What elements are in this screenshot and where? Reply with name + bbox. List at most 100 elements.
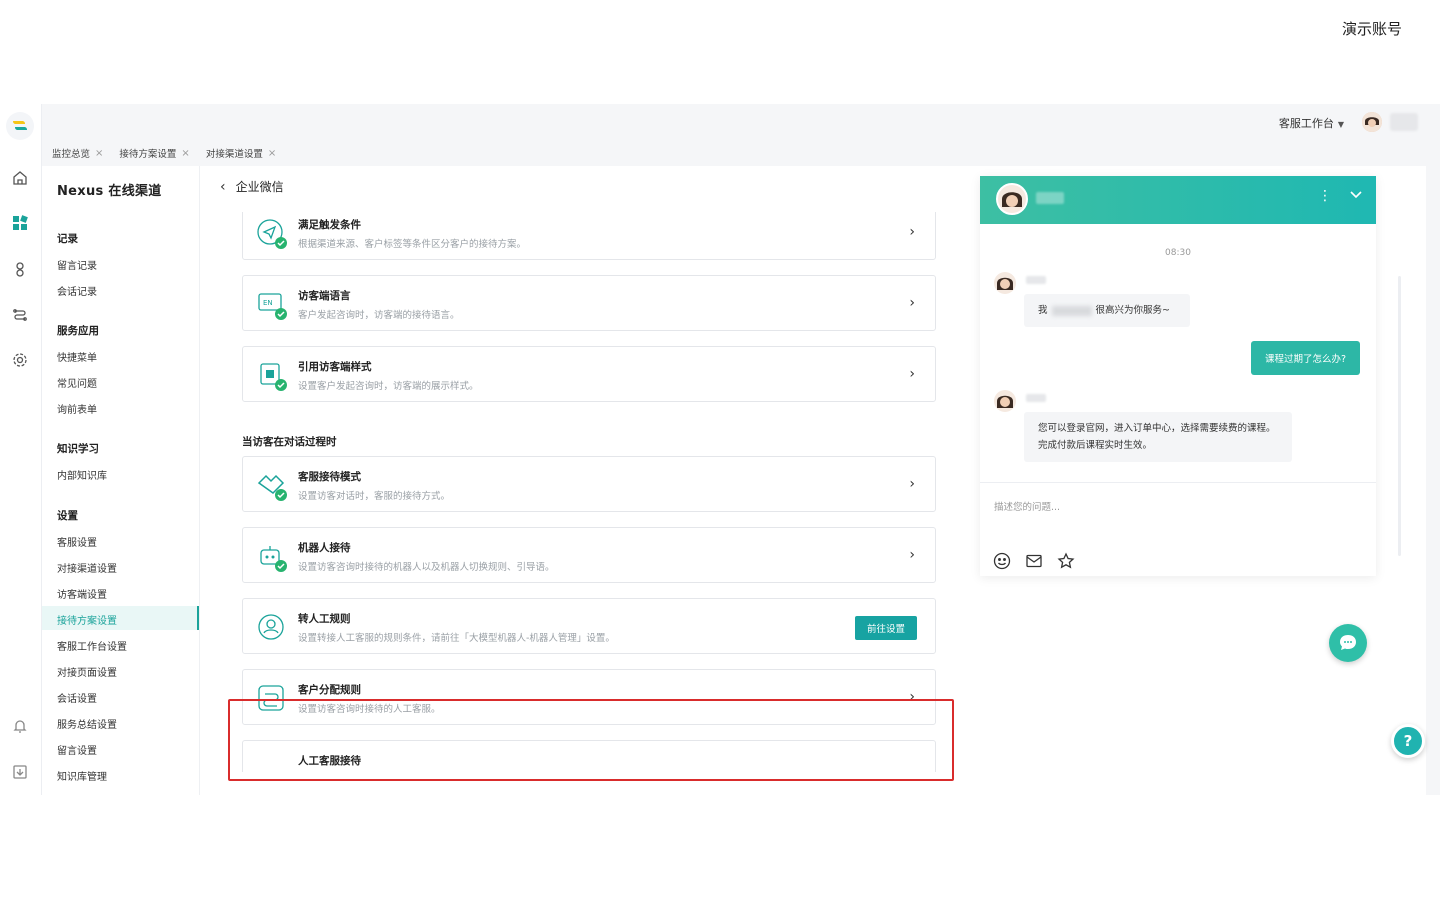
bell-icon[interactable] xyxy=(10,716,30,736)
tab-label: 监控总览 xyxy=(52,149,91,160)
close-icon[interactable]: × xyxy=(268,148,276,159)
nav-group-settings: 设置 xyxy=(57,510,78,522)
main-content: ‹ 企业微信 满足触发条件 根据渠道来源、客户标签等条件区分客户的接待方案。 ›… xyxy=(200,166,1426,795)
nav-item-messages[interactable]: 留言记录 xyxy=(57,257,97,272)
chat-header: ⋮ xyxy=(980,176,1376,224)
card-title: 机器人接待 xyxy=(298,542,351,554)
nav-item-visitor-settings[interactable]: 访客端设置 xyxy=(57,586,107,601)
icon-rail xyxy=(0,104,42,795)
svg-text:EN: EN xyxy=(263,299,273,307)
agent-name-redacted xyxy=(1036,192,1064,204)
user-money-icon[interactable] xyxy=(10,259,30,279)
section-title: 当访客在对话过程时 xyxy=(242,436,337,448)
close-icon[interactable]: × xyxy=(181,148,189,159)
card-agent-mode[interactable]: 客服接待模式 设置访客对话时，客服的接待方式。 › xyxy=(242,456,936,512)
nav-title: Nexus 在线渠道 xyxy=(57,184,162,199)
card-title: 客户分配规则 xyxy=(298,684,361,696)
chat-preview: ⋮ 08:30 我 很高兴为你服务~ 课程过期了怎么办? 您可以登录官网，进入订单… xyxy=(980,176,1376,576)
nav-active-indicator xyxy=(197,606,199,630)
settings-list: 满足触发条件 根据渠道来源、客户标签等条件区分客户的接待方案。 › EN 访客端… xyxy=(242,212,936,772)
nav-group-knowledge: 知识学习 xyxy=(57,443,99,455)
tab-channel-settings[interactable]: 对接渠道设置 × xyxy=(205,146,276,161)
dashboard-icon[interactable] xyxy=(10,213,30,233)
question-icon: ? xyxy=(1403,732,1413,750)
highlight-box xyxy=(228,699,954,781)
floating-chat-button[interactable] xyxy=(1329,624,1367,662)
chat-scrollbar[interactable] xyxy=(1398,276,1401,556)
close-icon[interactable]: × xyxy=(95,148,103,159)
redacted-text xyxy=(1051,305,1092,316)
download-icon[interactable] xyxy=(10,762,30,782)
chevron-left-icon[interactable]: ‹ xyxy=(220,179,226,195)
chat-input-placeholder: 描述您的问题... xyxy=(994,502,1061,513)
nav-item-internal-kb[interactable]: 内部知识库 xyxy=(57,467,107,482)
robot-check-icon xyxy=(257,542,287,572)
app-logo xyxy=(6,112,34,140)
chevron-right-icon[interactable]: › xyxy=(909,366,915,382)
nav-item-faq[interactable]: 常见问题 xyxy=(57,375,97,390)
emoji-icon[interactable] xyxy=(992,551,1012,571)
app-window: 客服工作台 ▼ 监控总览 × 接待方案设置 × 对接渠道设置 × Nexus 在线渠道 … xyxy=(0,104,1440,795)
top-bar: 客服工作台 ▼ xyxy=(42,104,1440,140)
star-icon[interactable] xyxy=(1056,551,1076,571)
handshake-check-icon xyxy=(257,471,287,501)
card-desc: 设置访客咨询时接待的机器人以及机器人切换规则、引导语。 xyxy=(298,562,555,573)
mail-icon[interactable] xyxy=(1024,551,1044,571)
tab-label: 对接渠道设置 xyxy=(205,149,263,160)
help-button[interactable]: ? xyxy=(1391,724,1425,758)
user-message-bubble: 课程过期了怎么办? xyxy=(1250,341,1360,375)
card-visitor-language[interactable]: EN 访客端语言 客户发起咨询时，访客端的接待语言。 › xyxy=(242,275,936,331)
card-robot-reception[interactable]: 机器人接待 设置访客咨询时接待的机器人以及机器人切换规则、引导语。 › xyxy=(242,527,936,583)
goto-settings-button[interactable]: 前往设置 xyxy=(854,616,917,640)
route-icon[interactable] xyxy=(10,305,30,325)
settings-icon[interactable] xyxy=(10,350,30,370)
nav-item-session-settings[interactable]: 会话设置 xyxy=(57,690,97,705)
more-vertical-icon[interactable]: ⋮ xyxy=(1318,188,1332,204)
nav-item-channel-settings[interactable]: 对接渠道设置 xyxy=(57,560,117,575)
card-title: 访客端语言 xyxy=(298,290,351,302)
tab-monitor[interactable]: 监控总览 × xyxy=(52,146,103,161)
caret-down-icon: ▼ xyxy=(1337,120,1344,129)
workbench-dropdown[interactable]: 客服工作台 ▼ xyxy=(1279,115,1344,131)
agent-avatar-small xyxy=(994,272,1016,294)
nav-group-records: 记录 xyxy=(57,233,78,245)
nav-item-message-settings[interactable]: 留言设置 xyxy=(57,742,97,757)
tab-label: 接待方案设置 xyxy=(119,149,177,160)
nav-item-agent-settings[interactable]: 客服设置 xyxy=(57,534,97,549)
card-desc: 设置客户发起咨询时，访客端的展示样式。 xyxy=(298,381,479,392)
nav-item-summary-settings[interactable]: 服务总结设置 xyxy=(57,716,117,731)
greeting-prefix: 我 xyxy=(1038,305,1048,316)
nav-item-workbench-settings[interactable]: 客服工作台设置 xyxy=(57,638,127,653)
chevron-down-icon[interactable] xyxy=(1350,188,1362,202)
nav-item-quick-menu[interactable]: 快捷菜单 xyxy=(57,349,97,364)
card-desc: 设置访客对话时，客服的接待方式。 xyxy=(298,491,451,502)
card-title: 引用访客端样式 xyxy=(298,361,372,373)
workbench-label: 客服工作台 xyxy=(1278,117,1334,130)
message-time: 08:30 xyxy=(1165,248,1191,258)
page-title: 企业微信 xyxy=(235,180,284,194)
card-visitor-style[interactable]: 引用访客端样式 设置客户发起咨询时，访客端的展示样式。 › xyxy=(242,346,936,402)
user-avatar[interactable] xyxy=(1362,112,1382,132)
language-check-icon: EN xyxy=(257,290,287,320)
secondary-nav: Nexus 在线渠道 记录 留言记录 会话记录 服务应用 快捷菜单 常见问题 询… xyxy=(42,166,200,795)
card-desc: 客户发起咨询时，访客端的接待语言。 xyxy=(298,310,460,321)
chat-input-area[interactable]: 描述您的问题... xyxy=(980,482,1376,576)
agent-name-redacted xyxy=(1026,276,1046,284)
chevron-right-icon[interactable]: › xyxy=(909,295,915,311)
tab-reception-plan[interactable]: 接待方案设置 × xyxy=(119,146,189,161)
nav-item-kb-manage[interactable]: 知识库管理 xyxy=(57,768,107,783)
chevron-right-icon[interactable]: › xyxy=(909,476,915,492)
back-header[interactable]: ‹ 企业微信 xyxy=(220,178,284,195)
username-redacted xyxy=(1390,113,1418,131)
chevron-right-icon[interactable]: › xyxy=(909,547,915,563)
chevron-right-icon[interactable]: › xyxy=(909,224,915,240)
nav-item-reception-plan[interactable]: 接待方案设置 xyxy=(57,612,117,627)
card-transfer-human: 转人工规则 设置转接人工客服的规则条件，请前往「大模型机器人-机器人管理」设置。… xyxy=(242,598,936,654)
nav-item-pre-form[interactable]: 询前表单 xyxy=(57,401,97,416)
card-trigger-conditions[interactable]: 满足触发条件 根据渠道来源、客户标签等条件区分客户的接待方案。 › xyxy=(242,212,936,260)
nav-item-page-settings[interactable]: 对接页面设置 xyxy=(57,664,117,679)
nav-item-sessions[interactable]: 会话记录 xyxy=(57,283,97,298)
home-icon[interactable] xyxy=(10,168,30,188)
card-title: 转人工规则 xyxy=(298,613,351,625)
card-title: 满足触发条件 xyxy=(298,219,361,231)
